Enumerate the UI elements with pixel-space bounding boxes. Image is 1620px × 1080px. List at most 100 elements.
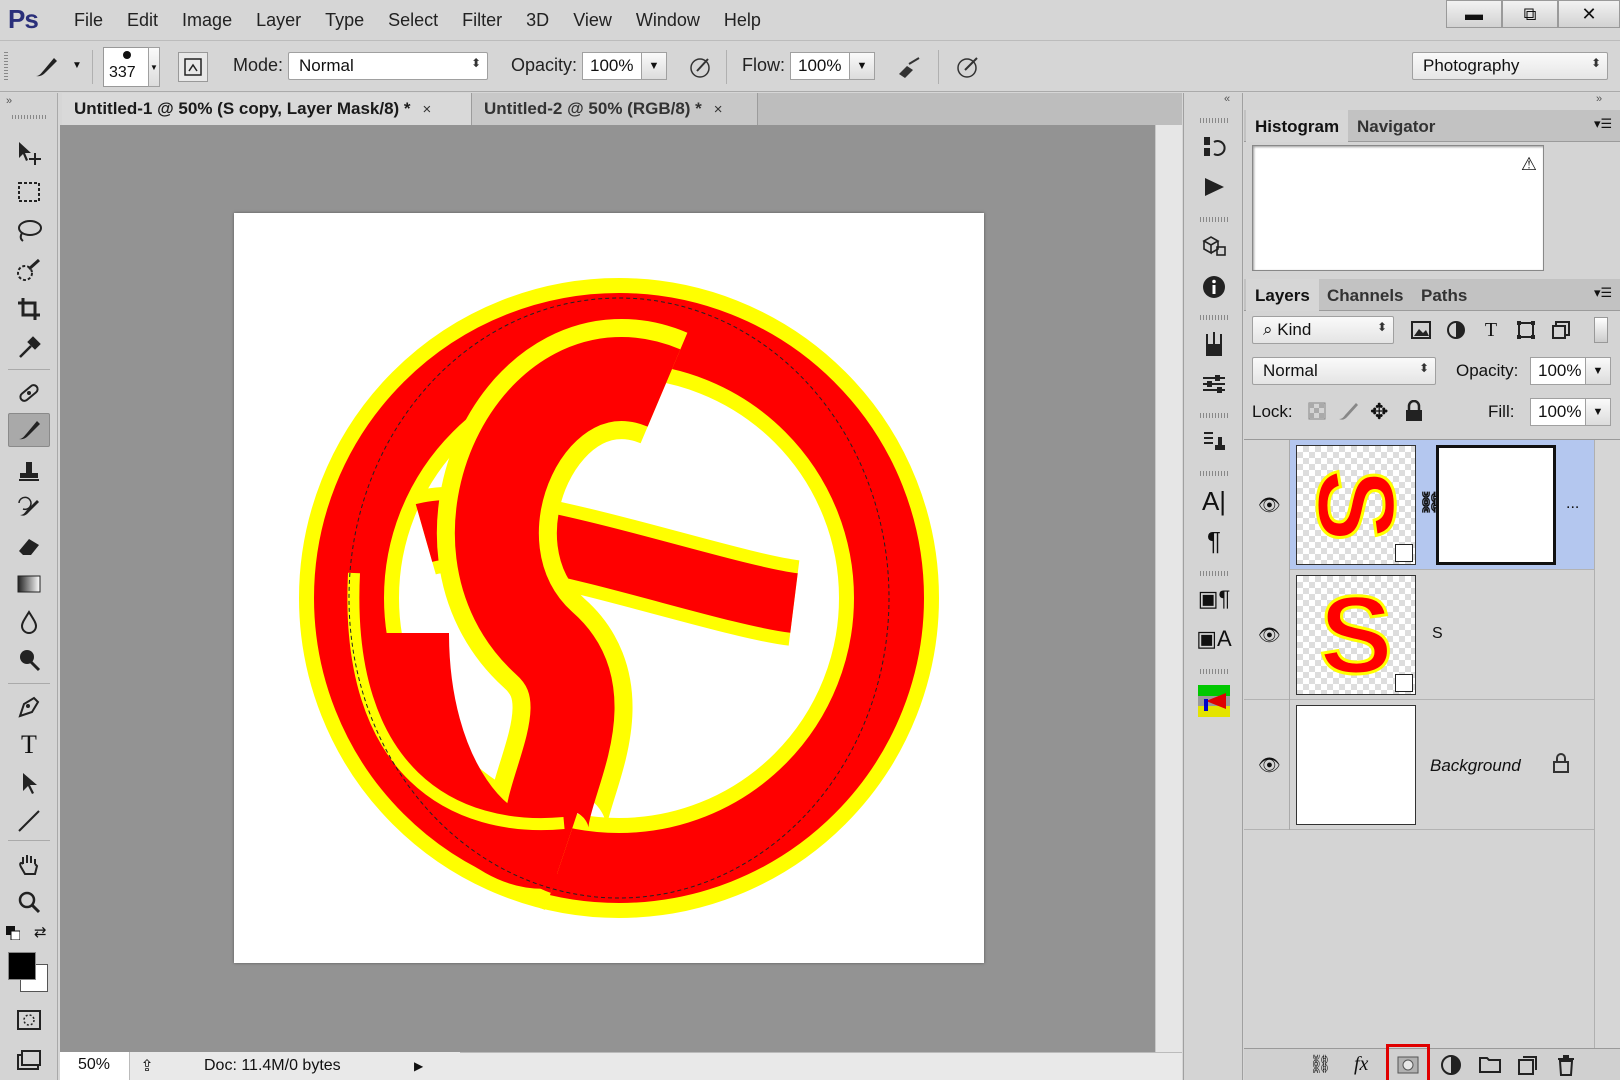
adjustment-layer-icon[interactable] [1440, 1054, 1462, 1076]
brush-preset-icon[interactable] [30, 52, 64, 82]
fill-dropdown-icon[interactable]: ▼ [1585, 398, 1611, 426]
filter-smart-object-icon[interactable] [1548, 317, 1574, 343]
collapse-dock-icon[interactable]: « [1224, 93, 1230, 105]
layer-style-fx-icon[interactable]: fx [1354, 1053, 1368, 1076]
restore-button[interactable]: ⧉ [1502, 0, 1558, 28]
panel-menu-icon[interactable]: ▾☰ [1594, 116, 1612, 132]
vertical-scrollbar[interactable] [1155, 125, 1182, 1052]
blur-tool-icon[interactable] [8, 605, 50, 639]
pen-tool-icon[interactable] [8, 690, 50, 724]
options-grip[interactable] [4, 52, 8, 82]
pressure-opacity-icon[interactable] [686, 52, 716, 82]
dock-grip[interactable] [1200, 118, 1228, 123]
filter-toggle-switch[interactable] [1594, 317, 1608, 343]
brush-panel-toggle-icon[interactable] [178, 52, 208, 82]
brush-presets-icon[interactable] [1198, 328, 1230, 360]
menu-layer[interactable]: Layer [244, 10, 313, 31]
workspace-dropdown[interactable]: Photography ⬍ [1412, 52, 1608, 80]
history-brush-tool-icon[interactable] [8, 491, 50, 525]
brush-tool-icon[interactable] [8, 413, 50, 447]
filter-type-icon[interactable]: T [1478, 317, 1504, 343]
document-canvas[interactable] [234, 213, 984, 963]
marquee-tool-icon[interactable] [8, 175, 50, 209]
eye-icon[interactable]: 👁 [1258, 755, 1281, 776]
lasso-tool-icon[interactable] [8, 214, 50, 248]
menu-help[interactable]: Help [712, 10, 773, 31]
quick-mask-icon[interactable] [8, 1003, 50, 1037]
link-layers-icon[interactable]: ⛓ [1309, 1054, 1332, 1075]
default-colors-icon[interactable] [6, 925, 21, 941]
color-lookup-icon[interactable] [1198, 685, 1230, 717]
flow-slider-dropdown-icon[interactable]: ▼ [849, 52, 875, 80]
warning-icon[interactable]: ⚠ [1521, 154, 1537, 175]
menu-file[interactable]: File [62, 10, 115, 31]
foreground-color-swatch[interactable] [8, 952, 36, 980]
filter-shape-icon[interactable] [1513, 317, 1539, 343]
type-tool-icon[interactable]: T [8, 728, 50, 762]
close-tab-icon[interactable]: × [423, 101, 432, 118]
filter-adjustment-icon[interactable] [1443, 317, 1469, 343]
panel-menu-icon[interactable]: ▾☰ [1594, 285, 1612, 301]
dock-grip[interactable] [1200, 217, 1228, 222]
layer-filter-dropdown[interactable]: ⌕ Kind ⬍ [1252, 316, 1394, 344]
layer-opacity-input[interactable]: 100% [1530, 357, 1586, 385]
mode-dropdown[interactable]: Normal ⬍ [288, 52, 488, 80]
zoom-level[interactable]: 50% [60, 1052, 130, 1080]
opacity-input[interactable]: 100% [582, 52, 642, 80]
clone-stamp-tool-icon[interactable] [8, 453, 50, 487]
tab-channels[interactable]: Channels [1318, 279, 1413, 311]
3d-panel-icon[interactable] [1198, 230, 1230, 262]
tab-navigator[interactable]: Navigator [1348, 110, 1444, 142]
layer-thumbnail[interactable]: S [1293, 445, 1419, 565]
eraser-tool-icon[interactable] [8, 529, 50, 563]
healing-brush-tool-icon[interactable] [8, 376, 50, 410]
blend-mode-dropdown[interactable]: Normal ⬍ [1252, 357, 1436, 385]
layer-name[interactable]: S [1432, 625, 1443, 643]
tab-untitled-2[interactable]: Untitled-2 @ 50% (RGB/8) * × [472, 93, 758, 125]
menu-3d[interactable]: 3D [514, 10, 561, 31]
toolbar-grip[interactable] [12, 115, 46, 119]
expand-panels-icon[interactable]: » [1596, 93, 1602, 105]
eye-icon[interactable]: 👁 [1258, 625, 1281, 646]
layer-row-s-copy[interactable]: 👁 S ⛓ ... [1244, 440, 1594, 570]
menu-select[interactable]: Select [376, 10, 450, 31]
eyedropper-tool-icon[interactable] [8, 331, 50, 365]
layer-thumbnail[interactable]: S [1296, 572, 1416, 698]
layers-scrollbar[interactable] [1594, 440, 1620, 1048]
gradient-tool-icon[interactable] [8, 567, 50, 601]
menu-type[interactable]: Type [313, 10, 376, 31]
paragraph-styles-icon[interactable]: ▣¶ [1198, 583, 1231, 615]
lock-transparency-icon[interactable] [1308, 402, 1326, 420]
close-tab-icon[interactable]: × [714, 101, 723, 118]
zoom-tool-icon[interactable] [8, 885, 50, 919]
layer-row-background[interactable]: 👁 Background [1244, 700, 1594, 830]
new-group-icon[interactable] [1478, 1054, 1502, 1076]
clone-source-icon[interactable] [1198, 426, 1230, 458]
screen-mode-icon[interactable] [8, 1043, 50, 1077]
minimize-button[interactable]: ▬ [1446, 0, 1502, 28]
brush-preset-chevron-icon[interactable]: ▼ [72, 60, 82, 71]
share-icon[interactable]: ⇪ [130, 1056, 164, 1076]
move-tool-icon[interactable] [8, 136, 50, 170]
filter-pixel-icon[interactable] [1408, 317, 1434, 343]
path-selection-tool-icon[interactable] [8, 766, 50, 800]
eye-icon[interactable]: 👁 [1258, 495, 1281, 516]
dock-grip[interactable] [1200, 571, 1228, 576]
fill-input[interactable]: 100% [1530, 398, 1586, 426]
swap-colors-icon[interactable]: ⇄ [34, 923, 47, 941]
menu-window[interactable]: Window [624, 10, 712, 31]
paragraph-panel-icon[interactable]: ¶ [1198, 525, 1230, 557]
dock-grip[interactable] [1200, 471, 1228, 476]
collapse-toolbar-icon[interactable]: » [6, 95, 12, 107]
lock-pixels-icon[interactable] [1336, 400, 1360, 422]
tab-untitled-1[interactable]: Untitled-1 @ 50% (S copy, Layer Mask/8) … [62, 93, 472, 125]
dock-grip[interactable] [1200, 413, 1228, 418]
menu-image[interactable]: Image [170, 10, 244, 31]
status-menu-arrow-icon[interactable]: ▶ [414, 1059, 423, 1073]
delete-layer-icon[interactable] [1556, 1054, 1578, 1076]
actions-panel-icon[interactable] [1198, 171, 1230, 203]
opacity-slider-dropdown-icon[interactable]: ▼ [641, 52, 667, 80]
line-tool-icon[interactable] [8, 804, 50, 838]
menu-edit[interactable]: Edit [115, 10, 170, 31]
layer-thumbnail[interactable] [1296, 705, 1416, 825]
